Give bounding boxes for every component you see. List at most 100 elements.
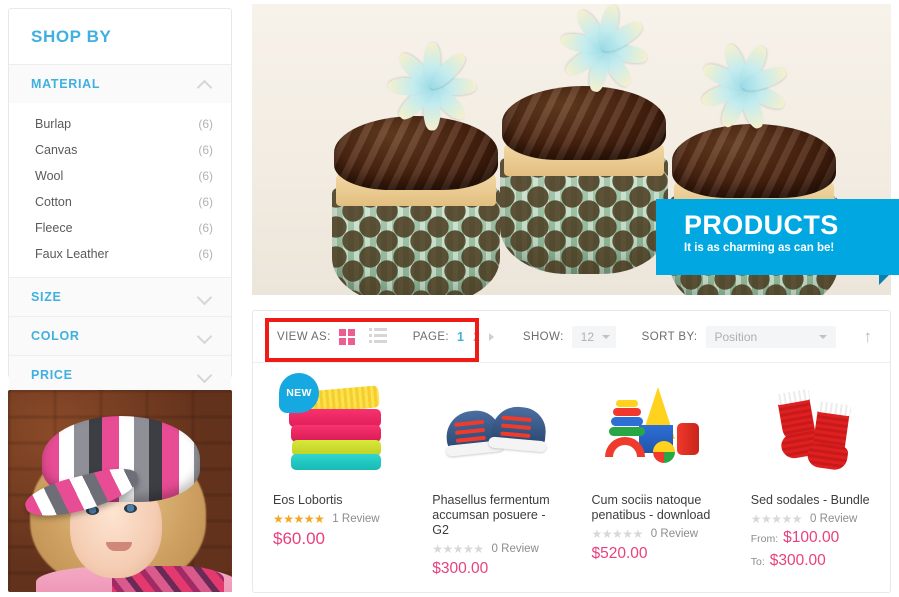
product-thumbnail[interactable]: NEW [273,373,402,487]
chevron-down-icon [818,334,827,339]
product-thumbnail[interactable] [432,375,561,487]
filter-group-price: PRICE [9,356,231,394]
product-name[interactable]: Phasellus fermentum accumsan posuere - G… [432,493,561,538]
price-from-label: From: [750,533,779,545]
filter-option-wool[interactable]: Wool (6) [9,163,231,189]
product-price-to-row: To: $300.00 [751,551,880,571]
show-label: SHOW: [522,330,564,343]
toolbar-right-group: SHOW: 12 SORT BY: Position ↑ [522,325,873,348]
product-card-sed-sodales-bundle[interactable]: Sed sodales - Bundle ★★★★★ 0 Review From… [731,375,890,579]
review-count[interactable]: 0 Review [651,528,698,540]
product-price: $60.00 [273,529,325,548]
filter-name-color: COLOR [31,329,80,343]
filter-option-cotton[interactable]: Cotton (6) [9,189,231,215]
product-price: $300.00 [432,560,489,577]
banner-title: PRODUCTS [684,210,839,240]
chevron-down-icon[interactable] [197,370,213,380]
filter-header-size[interactable]: SIZE [9,278,231,316]
shop-by-header: SHOP BY [9,9,231,65]
sort-ascending-arrow-icon[interactable]: ↑ [864,328,873,345]
filter-option-label: Burlap [35,117,72,131]
product-price: $520.00 [591,545,648,562]
show-per-page-value: 12 [580,329,595,344]
sidebar-promo-image[interactable] [8,390,232,592]
chevron-up-icon[interactable] [197,79,213,89]
red-baby-socks-image [760,379,870,483]
show-per-page-select[interactable]: 12 [571,325,616,348]
filter-name-size: SIZE [31,290,62,304]
filter-option-label: Fleece [35,221,73,235]
chevron-down-icon[interactable] [197,292,213,302]
sort-by-select[interactable]: Position [705,325,836,348]
rating-stars: ★★★★★ [591,527,644,541]
filter-option-label: Faux Leather [35,247,109,261]
next-page-arrow-icon[interactable] [488,332,494,341]
filter-group-size: SIZE [9,278,231,317]
rating-stars: ★★★★★ [750,512,803,526]
shop-by-sidebar: SHOP BY MATERIAL Burlap (6) Canvas (6) W… [8,8,232,394]
rating-stars: ★★★★★ [273,512,325,526]
banner-subtitle: It is as charming as can be! [684,242,835,254]
product-thumbnail[interactable] [751,375,880,487]
product-listing-page: SHOP BY MATERIAL Burlap (6) Canvas (6) W… [0,0,899,597]
review-count[interactable]: 1 Review [332,513,379,525]
product-card-cum-sociis-natoque[interactable]: Cum sociis natoque penatibus - download … [572,375,731,579]
filter-option-count: (6) [198,195,213,209]
review-count[interactable]: 0 Review [492,543,539,555]
product-card-eos-lobortis[interactable]: NEW Eos Lobortis ★★★★★ 1 Review $60.00 [253,373,412,579]
filter-option-count: (6) [198,117,213,131]
page-number-2[interactable]: 2 [473,330,480,344]
product-rating: ★★★★★ 0 Review [592,528,721,540]
filter-group-color: COLOR [9,317,231,356]
product-price-from-row: From: $100.00 [751,528,880,548]
filter-name-price: PRICE [31,368,73,382]
product-rating: ★★★★★ 0 Review [432,543,561,555]
filter-option-faux-leather[interactable]: Faux Leather (6) [9,241,231,267]
page-number-1[interactable]: 1 [457,330,464,344]
filter-option-label: Canvas [35,143,78,157]
sort-by-value: Position [714,329,758,344]
product-list-panel: VIEW AS: PAGE: 1 2 SHOW: 12 SORT BY: Pos… [252,310,891,593]
filter-option-count: (6) [198,169,213,183]
cupcake-frosting [334,116,498,190]
filter-group-material: MATERIAL Burlap (6) Canvas (6) Wool (6) … [9,65,231,278]
product-rating: ★★★★★ 0 Review [751,513,880,525]
filter-header-price[interactable]: PRICE [9,356,231,394]
cupcake-frosting [672,124,836,198]
new-badge: NEW [279,373,319,413]
filter-option-canvas[interactable]: Canvas (6) [9,137,231,163]
products-banner: PRODUCTS It is as charming as can be! [656,199,899,275]
product-rating: ★★★★★ 1 Review [273,513,402,525]
grid-view-icon[interactable] [338,328,355,345]
filter-option-fleece[interactable]: Fleece (6) [9,215,231,241]
rating-stars: ★★★★★ [432,542,484,556]
sugar-flower-left [388,42,494,131]
filter-option-burlap[interactable]: Burlap (6) [9,111,231,137]
chevron-down-icon [602,334,611,339]
product-name[interactable]: Cum sociis natoque penatibus - download [592,493,721,523]
product-price-to: $300.00 [769,552,826,569]
product-name[interactable]: Sed sodales - Bundle [751,493,880,508]
cupcake-frosting [502,86,666,160]
filter-option-label: Wool [35,169,64,183]
toolbar-left-group: VIEW AS: PAGE: 1 2 [277,327,494,346]
sugar-flower-middle [559,4,666,94]
filter-header-color[interactable]: COLOR [9,317,231,355]
product-card-phasellus-fermentum[interactable]: Phasellus fermentum accumsan posuere - G… [412,375,571,579]
product-toolbar: VIEW AS: PAGE: 1 2 SHOW: 12 SORT BY: Pos… [253,311,890,363]
chevron-down-icon[interactable] [197,331,213,341]
wooden-toys-image [601,379,711,483]
filter-option-count: (6) [198,143,213,157]
filter-option-count: (6) [198,221,213,235]
baby-sneakers-image [442,379,552,483]
product-name[interactable]: Eos Lobortis [273,493,402,508]
list-view-icon[interactable] [368,327,387,346]
product-thumbnail[interactable] [592,375,721,487]
sort-by-label: SORT BY: [641,330,698,343]
review-count[interactable]: 0 Review [810,513,857,525]
filter-option-count: (6) [198,247,213,261]
filter-option-label: Cotton [35,195,72,209]
filter-options-material: Burlap (6) Canvas (6) Wool (6) Cotton (6… [9,103,231,277]
filter-header-material[interactable]: MATERIAL [9,65,231,103]
sugar-flower-right [699,42,806,131]
